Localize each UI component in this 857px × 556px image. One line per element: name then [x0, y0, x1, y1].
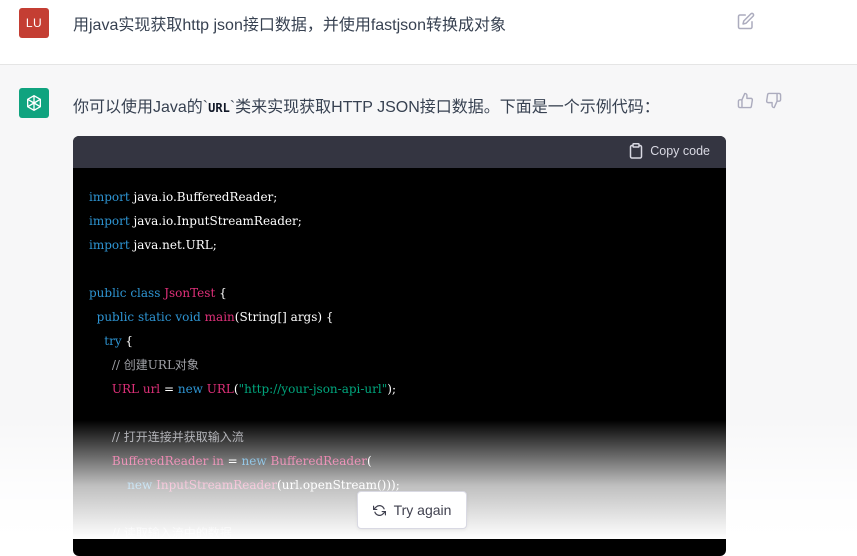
- code-token: public: [89, 286, 127, 300]
- code-token: (: [366, 454, 372, 468]
- code-token: import: [89, 214, 130, 228]
- code-token: // 读取输入流中的数据: [111, 526, 232, 540]
- code-token: in: [212, 454, 224, 468]
- refresh-icon: [372, 504, 386, 516]
- code-token: main: [204, 310, 235, 324]
- code-token: static: [137, 310, 172, 324]
- code-token: java.net.URL;: [129, 238, 217, 252]
- code-token: // 创建URL对象: [111, 358, 199, 372]
- user-message-text: 用java实现获取http json接口数据，并使用fastjson转换成对象: [73, 17, 506, 34]
- code-token: "http://your-json-api-url": [238, 382, 388, 396]
- code-token: import: [89, 238, 130, 252]
- code-token: {: [121, 334, 134, 348]
- code-token: new: [241, 454, 267, 468]
- code-line: public class JsonTest {: [89, 281, 710, 305]
- code-token: java.io.InputStreamReader;: [129, 214, 302, 228]
- inline-code: URL: [208, 101, 230, 115]
- openai-logo-icon: [19, 88, 49, 118]
- code-token: {: [215, 286, 227, 300]
- thumbs-down-icon[interactable]: [765, 92, 782, 109]
- code-token: try: [104, 334, 122, 348]
- code-token: // 打开连接并获取输入流: [111, 430, 244, 444]
- code-token: =: [223, 454, 242, 468]
- assistant-message-row: 你可以使用Java的`URL`类来实现获取HTTP JSON接口数据。下面是一个…: [0, 65, 857, 556]
- copy-code-button[interactable]: Copy code: [629, 143, 710, 159]
- code-token: new: [177, 382, 203, 396]
- thumbs-up-icon[interactable]: [737, 92, 754, 109]
- code-token: java.io.BufferedReader;: [129, 190, 278, 204]
- code-token: void: [175, 310, 201, 324]
- user-message-row: LU 用java实现获取http json接口数据，并使用fastjson转换成…: [0, 0, 857, 65]
- code-token: url: [142, 382, 161, 396]
- code-token: URL: [111, 382, 140, 396]
- code-block-header: Copy code: [73, 136, 726, 168]
- code-token: BufferedReader: [111, 454, 209, 468]
- intro-before: 你可以使用Java的`: [73, 99, 209, 116]
- code-token: import: [89, 190, 130, 204]
- copy-code-label: Copy code: [650, 144, 710, 158]
- code-line: import java.net.URL;: [89, 233, 710, 257]
- code-line: // 创建URL对象: [89, 353, 710, 377]
- try-again-label: Try again: [393, 502, 452, 518]
- code-token: (url.openStream()));: [277, 478, 400, 492]
- code-body: import java.io.BufferedReader; import jav…: [73, 168, 726, 545]
- assistant-intro-text: 你可以使用Java的`URL`类来实现获取HTTP JSON接口数据。下面是一个…: [73, 93, 660, 117]
- code-token: public: [96, 310, 135, 324]
- clipboard-icon: [629, 143, 643, 159]
- code-line: public static void main(String[] args) {: [89, 305, 710, 329]
- code-line: BufferedReader in = new BufferedReader(: [89, 449, 710, 473]
- code-token: (String[] args) {: [234, 310, 334, 324]
- code-line: import java.io.InputStreamReader;: [89, 209, 710, 233]
- pencil-square-icon[interactable]: [737, 12, 755, 30]
- code-token: new: [127, 478, 153, 492]
- intro-after: `类来实现获取HTTP JSON接口数据。下面是一个示例代码：: [229, 99, 660, 116]
- code-token: URL: [206, 382, 234, 396]
- code-token: =: [160, 382, 178, 396]
- code-token: BufferedReader: [270, 454, 367, 468]
- try-again-button[interactable]: Try again: [357, 491, 467, 529]
- code-line: import java.io.BufferedReader;: [89, 185, 710, 209]
- code-token: JsonTest: [164, 286, 216, 300]
- code-line: // 打开连接并获取输入流: [89, 425, 710, 449]
- code-line: URL url = new URL("http://your-json-api-…: [89, 377, 710, 401]
- code-token: class: [130, 286, 161, 300]
- user-avatar: LU: [19, 8, 49, 38]
- code-line: try {: [89, 329, 710, 353]
- code-token: );: [387, 382, 396, 396]
- code-token: InputStreamReader: [156, 478, 278, 492]
